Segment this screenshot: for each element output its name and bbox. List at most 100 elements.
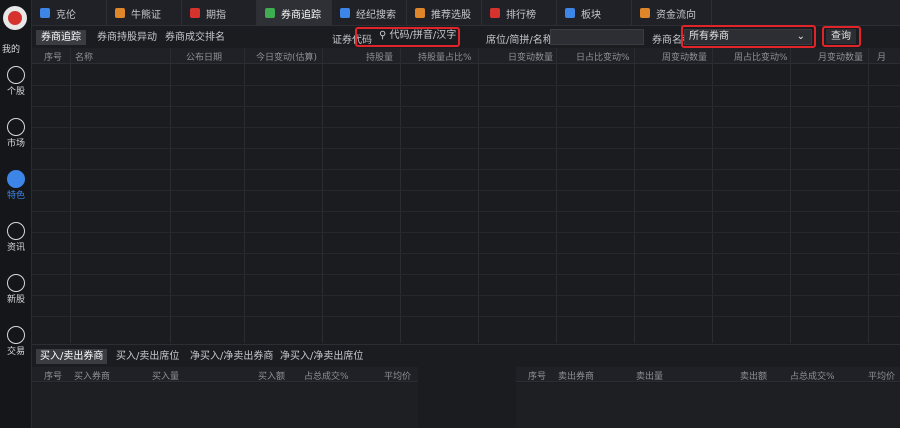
highlight-query-button bbox=[822, 26, 861, 47]
col-day-change[interactable]: 日变动数量 bbox=[508, 50, 553, 63]
left-sidebar: 我的 个股 市场 特色 资讯 新股 交易 bbox=[0, 0, 32, 428]
subtab-broker-volume-ranking[interactable]: 券商成交排名 bbox=[160, 30, 230, 45]
table-row bbox=[32, 211, 900, 212]
table-row bbox=[32, 85, 900, 86]
col-buy-volume[interactable]: 买入量 bbox=[152, 369, 179, 382]
col-buy-broker[interactable]: 买入券商 bbox=[74, 369, 110, 382]
col-buy-pct[interactable]: 占总成交% bbox=[304, 369, 349, 382]
col-divider bbox=[790, 48, 791, 343]
feature-icon bbox=[7, 170, 25, 188]
seat-input[interactable] bbox=[550, 29, 644, 45]
col-month-more[interactable]: 月 bbox=[877, 50, 886, 63]
trade-icon bbox=[7, 326, 25, 344]
col-divider bbox=[478, 48, 479, 343]
col-holding-pct[interactable]: 持股量占比% bbox=[418, 50, 472, 63]
col-today-change[interactable]: 今日变动(估算) bbox=[256, 50, 317, 63]
sidebar-item-stock[interactable]: 个股 bbox=[0, 66, 32, 97]
table-row bbox=[32, 106, 900, 107]
seat-label: 席位/简拼/名称 bbox=[486, 35, 553, 46]
highlight-broker-select bbox=[681, 25, 816, 48]
sidebar-item-trade[interactable]: 交易 bbox=[0, 326, 32, 357]
sell-table-header: 序号 卖出券商 卖出量 卖出额 占总成交% 平均价 bbox=[516, 367, 900, 382]
col-week-pct-change[interactable]: 周占比变动% bbox=[734, 50, 788, 63]
bottom-panel: 买入/卖出券商 买入/卖出席位 净买入/净卖出券商 净买入/净卖出席位 序号 买… bbox=[32, 344, 900, 428]
money-bag-icon bbox=[640, 8, 650, 18]
col-sell-index[interactable]: 序号 bbox=[528, 369, 546, 382]
user-icon bbox=[265, 8, 275, 18]
ipo-icon bbox=[7, 274, 25, 292]
sidebar-item-news[interactable]: 资讯 bbox=[0, 222, 32, 253]
table-row bbox=[32, 232, 900, 233]
tab-futures[interactable]: 期指 bbox=[182, 0, 257, 26]
table-row bbox=[32, 148, 900, 149]
tab-kelun[interactable]: 克伦 bbox=[32, 0, 107, 26]
col-holding[interactable]: 持股量 bbox=[366, 50, 393, 63]
table-header: 序号 名称 公布日期 今日变动(估算) 持股量 持股量占比% 日变动数量 日占比… bbox=[32, 48, 900, 64]
sidebar-item-mine[interactable]: 我的 bbox=[2, 42, 20, 55]
medal-icon bbox=[490, 8, 500, 18]
tab-recommend[interactable]: 推荐选股 bbox=[407, 0, 482, 26]
col-sell-pct[interactable]: 占总成交% bbox=[790, 369, 835, 382]
col-sell-amount[interactable]: 卖出额 bbox=[740, 369, 767, 382]
search-user-icon bbox=[340, 8, 350, 18]
col-index[interactable]: 序号 bbox=[44, 50, 62, 63]
tab-buy-sell-broker[interactable]: 买入/卖出券商 bbox=[36, 349, 108, 364]
tab-buy-sell-seat[interactable]: 买入/卖出席位 bbox=[112, 349, 183, 364]
table-row bbox=[32, 169, 900, 170]
subtab-broker-holding-change[interactable]: 券商持股异动 bbox=[92, 30, 162, 45]
col-divider bbox=[868, 48, 869, 343]
gap-area bbox=[418, 367, 516, 428]
tab-fund-flow[interactable]: 资金流向 bbox=[632, 0, 712, 26]
table-row bbox=[32, 295, 900, 296]
tab-ranking[interactable]: 排行榜 bbox=[482, 0, 557, 26]
news-icon bbox=[7, 222, 25, 240]
col-day-pct-change[interactable]: 日占比变动% bbox=[576, 50, 630, 63]
tab-net-buy-sell-seat[interactable]: 净买入/净卖出席位 bbox=[276, 349, 367, 364]
warrant-icon bbox=[40, 8, 50, 18]
col-buy-avg-price[interactable]: 平均价 bbox=[384, 369, 411, 382]
sell-table-body bbox=[516, 383, 900, 428]
tab-net-buy-sell-broker[interactable]: 净买入/净卖出券商 bbox=[186, 349, 277, 364]
market-trend-icon bbox=[7, 118, 25, 136]
highlight-code-input bbox=[355, 27, 460, 47]
col-divider bbox=[70, 48, 71, 343]
tab-sector[interactable]: 板块 bbox=[557, 0, 632, 26]
col-divider bbox=[400, 48, 401, 343]
tab-cbbc[interactable]: 牛熊证 bbox=[107, 0, 182, 26]
bull-icon bbox=[115, 8, 125, 18]
bar-chart-icon bbox=[190, 8, 200, 18]
col-publish-date[interactable]: 公布日期 bbox=[186, 50, 222, 63]
sidebar-item-ipo[interactable]: 新股 bbox=[0, 274, 32, 305]
col-divider bbox=[322, 48, 323, 343]
col-buy-index[interactable]: 序号 bbox=[44, 369, 62, 382]
table-row bbox=[32, 190, 900, 191]
col-name[interactable]: 名称 bbox=[75, 50, 93, 63]
col-month-change[interactable]: 月变动数量 bbox=[818, 50, 863, 63]
col-sell-broker[interactable]: 卖出券商 bbox=[558, 369, 594, 382]
col-week-change[interactable]: 周变动数量 bbox=[662, 50, 707, 63]
table-row bbox=[32, 253, 900, 254]
tab-broker-search[interactable]: 经纪搜索 bbox=[332, 0, 407, 26]
col-divider bbox=[244, 48, 245, 343]
col-divider bbox=[712, 48, 713, 343]
col-divider bbox=[170, 48, 171, 343]
col-divider bbox=[556, 48, 557, 343]
buy-table-header: 序号 买入券商 买入量 买入额 占总成交% 平均价 bbox=[32, 367, 418, 382]
subtab-broker-tracking[interactable]: 券商追踪 bbox=[36, 30, 86, 45]
puzzle-icon bbox=[565, 8, 575, 18]
sidebar-item-feature[interactable]: 特色 bbox=[0, 170, 32, 201]
tab-broker-tracking[interactable]: 券商追踪 bbox=[257, 0, 332, 26]
buy-table-body bbox=[32, 383, 418, 428]
col-sell-avg-price[interactable]: 平均价 bbox=[868, 369, 895, 382]
table-row bbox=[32, 274, 900, 275]
col-buy-amount[interactable]: 买入额 bbox=[258, 369, 285, 382]
col-sell-volume[interactable]: 卖出量 bbox=[636, 369, 663, 382]
broker-tracking-table: 序号 名称 公布日期 今日变动(估算) 持股量 持股量占比% 日变动数量 日占比… bbox=[32, 48, 900, 343]
top-tab-bar: 克伦 牛熊证 期指 券商追踪 经纪搜索 推荐选股 排行榜 板块 资金流向 bbox=[32, 0, 900, 26]
stock-chart-icon bbox=[7, 66, 25, 84]
sidebar-item-market[interactable]: 市场 bbox=[0, 118, 32, 149]
app-logo-icon[interactable] bbox=[3, 6, 27, 30]
bookmark-icon bbox=[415, 8, 425, 18]
table-row bbox=[32, 127, 900, 128]
col-divider bbox=[634, 48, 635, 343]
